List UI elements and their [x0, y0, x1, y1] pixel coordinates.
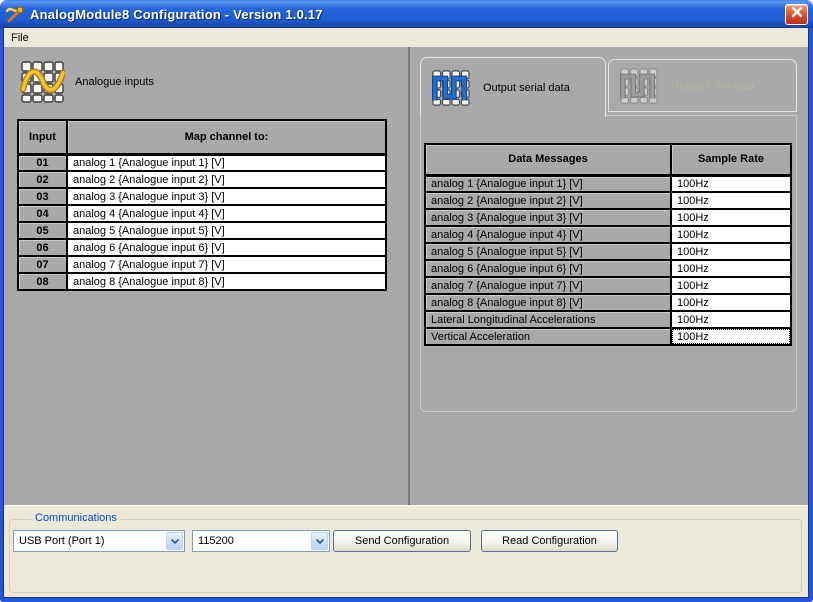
- data-message-row: Vertical Acceleration 100Hz: [425, 328, 791, 345]
- data-messages-table: Data Messages Sample Rate analog 1 {Anal…: [424, 143, 792, 346]
- sample-rate-cell[interactable]: 100Hz: [671, 328, 791, 345]
- port-combobox-value: USB Port (Port 1): [14, 535, 165, 547]
- data-message-row: analog 6 {Analogue input 6} [V] 100Hz: [425, 260, 791, 277]
- app-icon: [5, 4, 25, 24]
- sample-rate-cell[interactable]: 100Hz: [671, 192, 791, 209]
- baud-rate-combobox[interactable]: 115200: [192, 530, 330, 552]
- data-message-cell[interactable]: analog 6 {Analogue input 6} [V]: [425, 260, 671, 277]
- input-map-row: 03 analog 3 {Analogue input 3} [V]: [18, 188, 386, 205]
- window-title: AnalogModule8 Configuration - Version 1.…: [30, 7, 323, 22]
- data-messages-column-header: Data Messages: [425, 144, 671, 175]
- map-channel-cell[interactable]: analog 4 {Analogue input 4} [V]: [67, 205, 386, 222]
- input-number-cell: 02: [18, 171, 67, 188]
- sample-rate-cell[interactable]: 100Hz: [671, 294, 791, 311]
- port-combobox-dropdown-button[interactable]: [166, 532, 183, 550]
- input-map-row: 05 analog 5 {Analogue input 5} [V]: [18, 222, 386, 239]
- map-channel-column-header: Map channel to:: [67, 120, 386, 154]
- data-message-cell[interactable]: analog 7 {Analogue input 7} [V]: [425, 277, 671, 294]
- send-configuration-button[interactable]: Send Configuration: [333, 530, 471, 552]
- baud-rate-combobox-value: 115200: [193, 535, 310, 547]
- input-map-row: 07 analog 7 {Analogue input 7} [V]: [18, 256, 386, 273]
- map-channel-cell[interactable]: analog 2 {Analogue input 2} [V]: [67, 171, 386, 188]
- sample-rate-cell[interactable]: 100Hz: [671, 260, 791, 277]
- data-message-row: analog 5 {Analogue input 5} [V] 100Hz: [425, 243, 791, 260]
- data-message-row: analog 4 {Analogue input 4} [V] 100Hz: [425, 226, 791, 243]
- map-channel-cell[interactable]: analog 3 {Analogue input 3} [V]: [67, 188, 386, 205]
- client-area: Analogue inputs Input Map channel to: 01…: [4, 47, 808, 505]
- input-map-row: 06 analog 6 {Analogue input 6} [V]: [18, 239, 386, 256]
- sample-rate-cell[interactable]: 100Hz: [671, 209, 791, 226]
- data-message-cell[interactable]: analog 8 {Analogue input 8} [V]: [425, 294, 671, 311]
- chevron-down-icon: [170, 532, 180, 550]
- input-map-table: Input Map channel to: 01 analog 1 {Analo…: [17, 119, 387, 291]
- sample-rate-column-header: Sample Rate: [671, 144, 791, 175]
- input-map-row: 08 analog 8 {Analogue input 8} [V]: [18, 273, 386, 290]
- map-channel-cell[interactable]: analog 8 {Analogue input 8} [V]: [67, 273, 386, 290]
- square-wave-grid-icon: [431, 69, 471, 107]
- app-window: AnalogModule8 Configuration - Version 1.…: [0, 0, 813, 602]
- tab-label-output-can: Output CAN data: [671, 80, 755, 92]
- communications-panel: Communications USB Port (Port 1) 115200: [4, 505, 808, 597]
- data-message-cell[interactable]: analog 5 {Analogue input 5} [V]: [425, 243, 671, 260]
- input-number-cell: 07: [18, 256, 67, 273]
- data-message-row: analog 2 {Analogue input 2} [V] 100Hz: [425, 192, 791, 209]
- sample-rate-cell[interactable]: 100Hz: [671, 226, 791, 243]
- baud-rate-combobox-dropdown-button[interactable]: [311, 532, 328, 550]
- communications-label: Communications: [31, 512, 121, 524]
- map-channel-cell[interactable]: analog 5 {Analogue input 5} [V]: [67, 222, 386, 239]
- tab-output-can-data[interactable]: Output CAN data: [608, 59, 797, 112]
- input-number-cell: 08: [18, 273, 67, 290]
- panel-divider: [408, 47, 410, 505]
- input-number-cell: 06: [18, 239, 67, 256]
- tab-label-output-serial: Output serial data: [483, 82, 570, 94]
- data-message-row: Lateral Longitudinal Accelerations 100Hz: [425, 311, 791, 328]
- input-number-cell: 04: [18, 205, 67, 222]
- square-wave-grid-icon-disabled: [619, 67, 659, 105]
- data-message-cell[interactable]: analog 3 {Analogue input 3} [V]: [425, 209, 671, 226]
- data-message-row: analog 7 {Analogue input 7} [V] 100Hz: [425, 277, 791, 294]
- input-map-row: 04 analog 4 {Analogue input 4} [V]: [18, 205, 386, 222]
- data-messages-header-row: Data Messages Sample Rate: [425, 144, 791, 175]
- read-configuration-button[interactable]: Read Configuration: [481, 530, 618, 552]
- map-channel-cell[interactable]: analog 1 {Analogue input 1} [V]: [67, 154, 386, 171]
- analogue-inputs-icon: [20, 60, 65, 104]
- close-icon: [790, 5, 804, 24]
- data-message-cell[interactable]: analog 4 {Analogue input 4} [V]: [425, 226, 671, 243]
- data-message-row: analog 3 {Analogue input 3} [V] 100Hz: [425, 209, 791, 226]
- input-map-row: 01 analog 1 {Analogue input 1} [V]: [18, 154, 386, 171]
- data-message-cell[interactable]: Vertical Acceleration: [425, 328, 671, 345]
- close-button[interactable]: [785, 4, 808, 25]
- data-message-cell[interactable]: Lateral Longitudinal Accelerations: [425, 311, 671, 328]
- data-message-cell[interactable]: analog 1 {Analogue input 1} [V]: [425, 175, 671, 192]
- title-bar: AnalogModule8 Configuration - Version 1.…: [0, 0, 813, 28]
- data-message-row: analog 1 {Analogue input 1} [V] 100Hz: [425, 175, 791, 192]
- data-message-cell[interactable]: analog 2 {Analogue input 2} [V]: [425, 192, 671, 209]
- window-body: File Analogue inputs: [4, 28, 808, 597]
- input-number-cell: 03: [18, 188, 67, 205]
- sample-rate-cell[interactable]: 100Hz: [671, 277, 791, 294]
- sample-rate-cell[interactable]: 100Hz: [671, 243, 791, 260]
- data-message-row: analog 8 {Analogue input 8} [V] 100Hz: [425, 294, 791, 311]
- tab-output-serial-data[interactable]: Output serial data: [420, 57, 606, 117]
- map-channel-cell[interactable]: analog 6 {Analogue input 6} [V]: [67, 239, 386, 256]
- chevron-down-icon: [315, 532, 325, 550]
- input-number-cell: 05: [18, 222, 67, 239]
- input-map-row: 02 analog 2 {Analogue input 2} [V]: [18, 171, 386, 188]
- port-combobox[interactable]: USB Port (Port 1): [13, 530, 185, 552]
- input-map-header-row: Input Map channel to:: [18, 120, 386, 154]
- menu-bar: File: [4, 28, 808, 47]
- input-column-header: Input: [18, 120, 67, 154]
- sample-rate-cell[interactable]: 100Hz: [671, 175, 791, 192]
- menu-item-file[interactable]: File: [4, 30, 36, 46]
- input-number-cell: 01: [18, 154, 67, 171]
- map-channel-cell[interactable]: analog 7 {Analogue input 7} [V]: [67, 256, 386, 273]
- sample-rate-cell[interactable]: 100Hz: [671, 311, 791, 328]
- analogue-inputs-label: Analogue inputs: [75, 76, 154, 88]
